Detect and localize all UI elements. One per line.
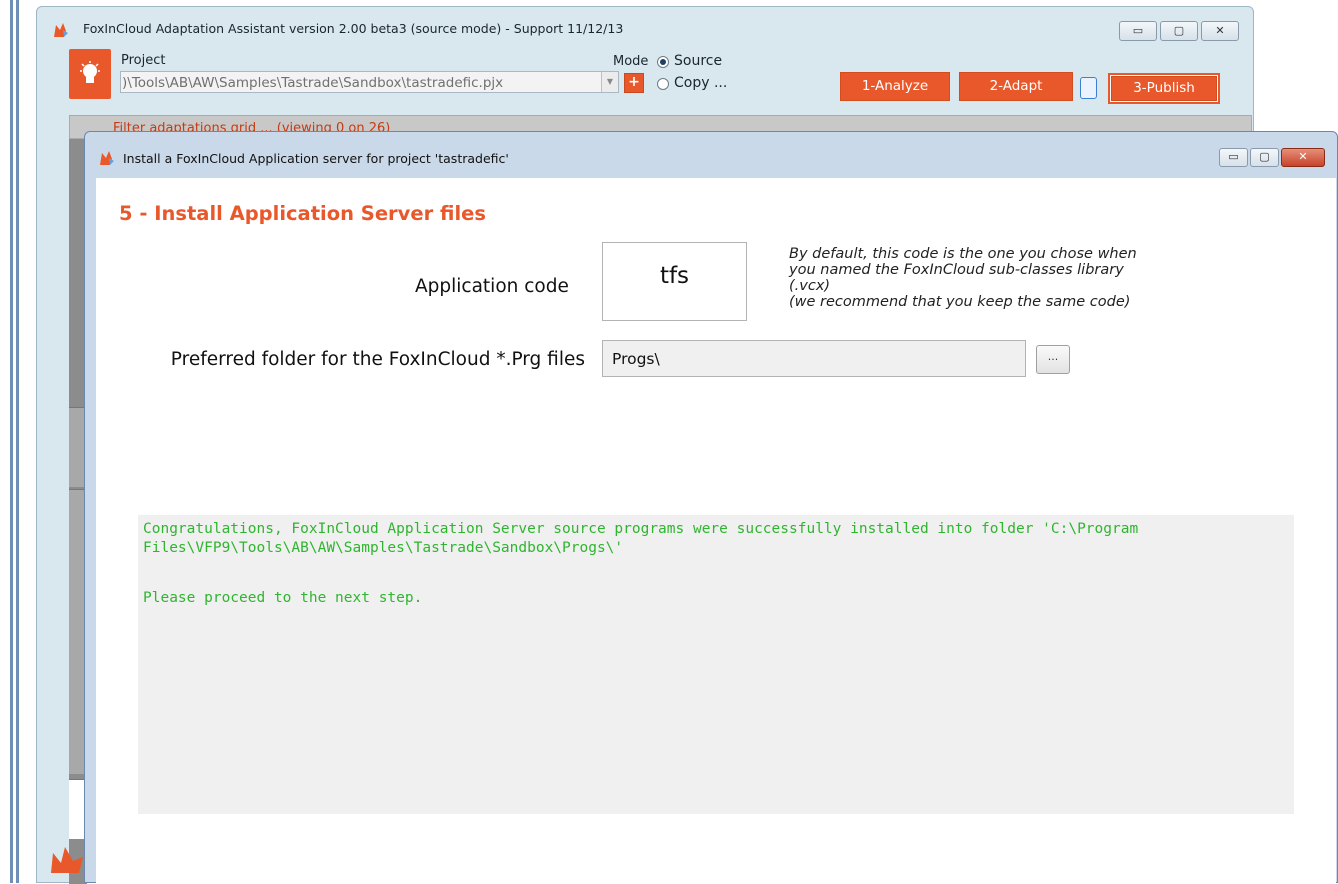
foxincloud-icon — [54, 23, 68, 37]
lightbulb-icon — [80, 61, 100, 83]
status-message-line: Files\VFP9\Tools\AB\AW\Samples\Tastrade\… — [143, 540, 624, 556]
hint-line: By default, this code is the one you cho… — [789, 246, 1137, 262]
publish-button[interactable]: 3-Publish — [1111, 76, 1217, 101]
app-code-value: tfs — [659, 263, 690, 289]
folder-value: Progs\ — [612, 350, 660, 368]
minimize-button[interactable]: ▭ — [1119, 21, 1157, 41]
hint-line: you named the FoxInCloud sub-classes lib… — [789, 262, 1124, 278]
publish-button-frame: 3-Publish — [1108, 73, 1220, 104]
app-code-input[interactable]: tfs — [602, 242, 747, 321]
folder-input[interactable]: Progs\ — [602, 340, 1026, 377]
title-bar: FoxInCloud Adaptation Assistant version … — [37, 7, 1253, 45]
close-button[interactable]: ✕ — [1281, 148, 1325, 167]
window-title: FoxInCloud Adaptation Assistant version … — [83, 21, 624, 36]
caption-buttons: ▭ ▢ ✕ — [1119, 21, 1239, 41]
maximize-button[interactable]: ▢ — [1160, 21, 1198, 41]
adapt-button[interactable]: 2-Adapt — [959, 72, 1073, 101]
mode-source-radio[interactable] — [657, 56, 669, 68]
analyze-button[interactable]: 1-Analyze — [840, 72, 950, 101]
status-message-box: Congratulations, FoxInCloud Application … — [138, 515, 1294, 814]
install-server-dialog: Install a FoxInCloud Application server … — [84, 131, 1338, 884]
project-label: Project — [121, 53, 166, 68]
browse-folder-button[interactable]: ... — [1036, 345, 1070, 374]
desktop-edge-strip — [10, 0, 13, 883]
status-message-line: Congratulations, FoxInCloud Application … — [143, 521, 1139, 537]
minimize-button[interactable]: ▭ — [1219, 148, 1248, 167]
hint-line: (.vcx) — [789, 278, 831, 294]
dialog-caption-buttons: ▭ ▢ ✕ — [1219, 148, 1325, 167]
desktop-edge-strip — [16, 0, 19, 883]
project-path: )\Tools\AB\AW\Samples\Tastrade\Sandbox\t… — [122, 75, 504, 91]
dialog-title: Install a FoxInCloud Application server … — [123, 151, 509, 166]
chevron-down-icon[interactable]: ▼ — [601, 72, 618, 92]
fox-logo-icon — [51, 847, 83, 873]
document-icon[interactable] — [1080, 77, 1097, 99]
mode-copy-label: Copy ... — [674, 75, 728, 91]
foxincloud-icon — [100, 151, 114, 165]
dialog-body: 5 - Install Application Server files App… — [96, 178, 1336, 884]
folder-label: Preferred folder for the FoxInCloud *.Pr… — [170, 349, 585, 370]
mode-source-label: Source — [674, 53, 723, 69]
mode-label: Mode — [613, 54, 649, 69]
close-button[interactable]: ✕ — [1201, 21, 1239, 41]
dialog-title-bar: Install a FoxInCloud Application server … — [85, 132, 1337, 178]
mode-copy-radio[interactable] — [657, 78, 669, 90]
tips-button[interactable] — [69, 49, 111, 99]
step-title: 5 - Install Application Server files — [119, 202, 486, 225]
maximize-button[interactable]: ▢ — [1250, 148, 1279, 167]
hint-line: (we recommend that you keep the same cod… — [789, 294, 1131, 310]
status-message-line: Please proceed to the next step. — [143, 590, 423, 606]
project-combo[interactable]: )\Tools\AB\AW\Samples\Tastrade\Sandbox\t… — [120, 71, 619, 93]
app-code-label: Application code — [415, 276, 569, 297]
app-code-hint: By default, this code is the one you cho… — [789, 246, 1229, 310]
add-project-button[interactable]: + — [624, 73, 644, 93]
